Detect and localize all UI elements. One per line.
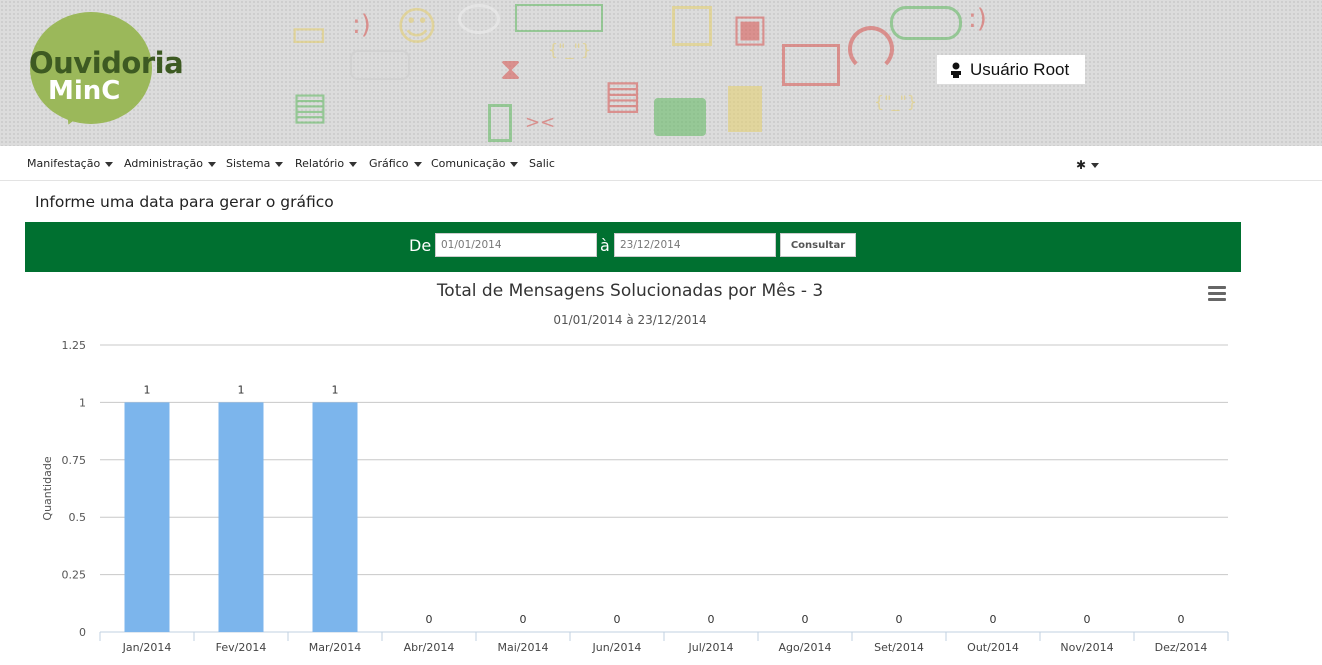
code-icon: {"_"}	[874, 92, 918, 111]
menu-label: Manifestação	[27, 157, 101, 170]
chart-title: Total de Mensagens Solucionadas por Mês …	[436, 281, 824, 301]
data-label: 0	[802, 613, 809, 626]
bar	[218, 402, 264, 632]
menu-label: Salic	[529, 157, 555, 170]
date-to-input[interactable]	[614, 233, 776, 257]
keyboard-icon	[515, 4, 603, 32]
y-axis-label: Quantidade	[41, 456, 54, 520]
x-tick-label: Jun/2014	[592, 641, 642, 654]
y-tick-label: 0.75	[62, 454, 87, 467]
page-icon: ▤	[604, 72, 642, 118]
bar-chart: 0 0.25 0.5 0.75 1 1.25 Quantidade 1 Jan/2014 1 Fev…	[41, 339, 1229, 654]
menu-relatorio[interactable]: Relatório	[295, 157, 358, 170]
x-tick-label: Dez/2014	[1155, 641, 1208, 654]
settings-menu[interactable]: ✱	[1076, 158, 1100, 172]
data-label: 1	[144, 383, 151, 396]
menu-manifestacao[interactable]: Manifestação	[27, 157, 114, 170]
caret-down-icon	[413, 161, 422, 167]
caret-down-icon	[349, 161, 358, 167]
consultar-button[interactable]: Consultar	[780, 233, 856, 257]
headphones-icon	[848, 26, 894, 72]
menu-salic[interactable]: Salic	[529, 157, 555, 170]
caret-down-icon	[105, 161, 114, 167]
data-label: 0	[1178, 613, 1185, 626]
date-from-input[interactable]	[435, 233, 597, 257]
calculator-icon	[672, 6, 712, 46]
chart-subtitle: 01/01/2014 à 23/12/2014	[553, 313, 707, 327]
menu-label: Comunicação	[431, 157, 506, 170]
caret-down-icon	[510, 161, 519, 167]
x-tick-label: Set/2014	[874, 641, 924, 654]
chart-menu-icon[interactable]	[1208, 286, 1226, 302]
data-label: 0	[1084, 613, 1091, 626]
caret-down-icon	[207, 161, 216, 167]
data-label: 0	[426, 613, 433, 626]
caret-down-icon	[275, 161, 284, 167]
y-tick-label: 1.25	[62, 339, 87, 352]
briefcase-icon	[782, 44, 840, 86]
smiley-icon: :)	[968, 4, 987, 34]
user-name: Usuário Root	[970, 59, 1070, 79]
from-label: De	[409, 236, 432, 255]
menu-label: Sistema	[226, 157, 271, 170]
y-tick-label: 0.5	[69, 511, 87, 524]
x-tick-label: Fev/2014	[216, 641, 267, 654]
speech-bubble-icon	[458, 4, 500, 34]
y-tick-label: 1	[79, 396, 86, 409]
data-label: 0	[708, 613, 715, 626]
x-tick-label: Mar/2014	[309, 641, 361, 654]
menu-label: Relatório	[295, 157, 345, 170]
code-icon: {"_"}	[548, 40, 592, 59]
menu-administracao[interactable]: Administração	[124, 157, 216, 170]
date-filter-bar: De à Consultar	[25, 222, 1241, 272]
user-menu[interactable]: Usuário Root	[937, 55, 1085, 84]
face-icon: ☺	[396, 4, 438, 50]
caret-down-icon	[1091, 163, 1100, 168]
battery-icon	[728, 86, 762, 132]
y-tick-label: 0.25	[62, 569, 87, 582]
x-tick-label: Mai/2014	[498, 641, 549, 654]
data-label: 1	[332, 383, 339, 396]
x-tick-label: Jul/2014	[688, 641, 734, 654]
header-banner: ▭ :) ☺ {"_"} ⧗ ▤ >< ▤ ▣ :) {"_"} Ouvidor…	[0, 0, 1322, 146]
data-label: 0	[896, 613, 903, 626]
y-tick-label: 0	[79, 626, 86, 639]
menu-comunicacao[interactable]: Comunicação	[431, 157, 519, 170]
menu-label: Administração	[124, 157, 203, 170]
printer-icon: ▭	[290, 10, 328, 56]
to-label: à	[600, 236, 610, 255]
form-title: Informe uma data para gerar o gráfico	[35, 193, 334, 211]
menu-grafico[interactable]: Gráfico	[369, 157, 422, 170]
game-console-icon	[890, 6, 962, 40]
arrows-icon: ><	[525, 112, 556, 133]
menu-sistema[interactable]: Sistema	[226, 157, 284, 170]
x-tick-label: Abr/2014	[404, 641, 455, 654]
data-label: 0	[990, 613, 997, 626]
bar	[124, 402, 170, 632]
main-menu: Manifestação Administração Sistema Relat…	[0, 146, 1322, 181]
hourglass-icon: ⧗	[500, 52, 522, 87]
menu-label: Gráfico	[369, 157, 409, 170]
user-icon	[951, 62, 961, 78]
data-label: 0	[614, 613, 621, 626]
x-tick-label: Jan/2014	[122, 641, 172, 654]
phone-icon	[488, 104, 512, 142]
logo-text-ouvidoria: Ouvidoria	[29, 46, 184, 80]
x-tick-label: Nov/2014	[1060, 641, 1113, 654]
smiley-icon: :)	[352, 10, 371, 40]
logo-text-minc: MinC	[48, 76, 121, 106]
save-disk-icon: ▣	[732, 6, 768, 50]
gear-icon: ✱	[1076, 158, 1087, 172]
data-label: 0	[520, 613, 527, 626]
data-label: 1	[238, 383, 245, 396]
gamepad-icon	[350, 50, 410, 80]
x-tick-label: Out/2014	[967, 641, 1019, 654]
bar	[312, 402, 358, 632]
camera-icon	[654, 98, 706, 136]
x-tick-label: Ago/2014	[779, 641, 832, 654]
document-icon: ▤	[292, 84, 328, 128]
